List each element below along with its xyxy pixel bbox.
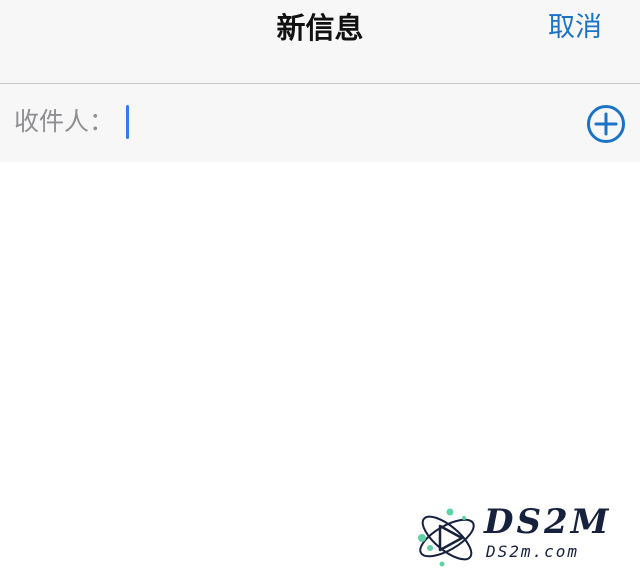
new-message-screen: 新信息 取消 收件人： DS2M DS2m.com [0,0,640,573]
watermark: DS2M DS2m.com [412,500,632,570]
page-title: 新信息 [276,11,364,45]
watermark-url: DS2m.com [486,542,580,561]
plus-circle-icon [587,105,625,143]
text-caret [126,105,129,139]
cancel-button[interactable]: 取消 [548,8,602,48]
recipient-row: 收件人： [0,84,640,162]
watermark-title: DS2M [484,502,612,542]
atom-play-icon [418,508,475,567]
recipient-label: 收件人： [14,107,115,136]
recipient-input[interactable] [124,102,564,142]
navigation-bar: 新信息 取消 [0,0,640,84]
add-contact-button[interactable] [586,104,626,144]
